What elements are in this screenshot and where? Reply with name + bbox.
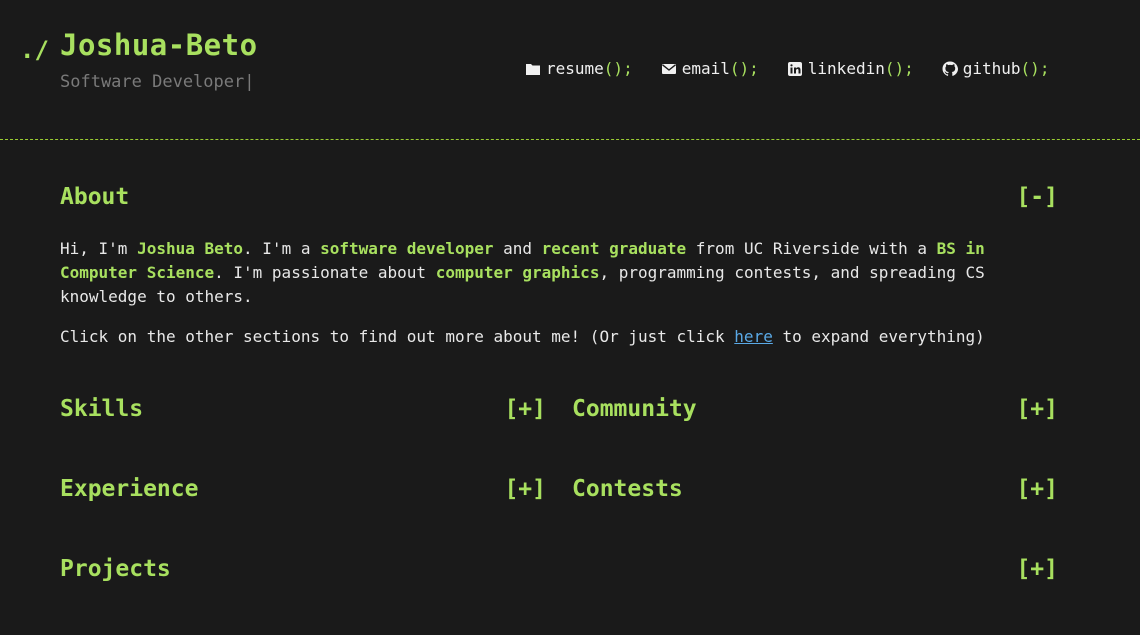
site-title[interactable]: Joshua-Beto	[60, 28, 258, 62]
nav-linkedin-link[interactable]: linkedin ();	[787, 59, 914, 78]
nav-linkedin-label: linkedin	[807, 59, 885, 78]
community-title: Community	[572, 396, 697, 422]
about-paragraph-1: Hi, I'm Joshua Beto. I'm a software deve…	[60, 237, 1025, 309]
typing-cursor: |	[244, 72, 255, 92]
header: ./ Joshua-Beto Software Developer| resum…	[0, 0, 1140, 140]
experience-title: Experience	[60, 476, 199, 502]
expand-all-link[interactable]: here	[734, 327, 773, 346]
highlight-name: Joshua Beto	[137, 239, 244, 258]
about-text: Click on the other sections to find out …	[60, 327, 735, 346]
highlight-role: software developer	[320, 239, 494, 258]
folder-icon	[526, 63, 540, 75]
projects-toggle[interactable]: [+]	[1016, 556, 1058, 582]
subtitle-text: Software Developer	[60, 72, 245, 92]
about-title: About	[60, 184, 130, 210]
nav-github-parens: ();	[1020, 59, 1050, 78]
projects-header[interactable]: Projects [+]	[60, 556, 1058, 582]
about-text: Hi, I'm	[60, 239, 138, 258]
skills-toggle[interactable]: [+]	[504, 396, 546, 422]
about-text: . I'm a	[243, 239, 321, 258]
about-header[interactable]: About [-]	[60, 184, 1058, 210]
github-icon	[942, 61, 958, 76]
prompt-prefix: ./	[20, 36, 49, 64]
about-text: . I'm passionate about	[214, 263, 436, 282]
about-body: Hi, I'm Joshua Beto. I'm a software deve…	[60, 237, 1025, 365]
nav-email-link[interactable]: email ();	[661, 59, 759, 78]
contests-toggle[interactable]: [+]	[1016, 476, 1058, 502]
experience-toggle[interactable]: [+]	[504, 476, 546, 502]
about-paragraph-2: Click on the other sections to find out …	[60, 325, 1025, 349]
about-text: and	[493, 239, 542, 258]
about-text: from UC Riverside with a	[686, 239, 937, 258]
nav-resume-parens: ();	[603, 59, 633, 78]
nav-email-label: email	[681, 59, 730, 78]
contests-title: Contests	[572, 476, 683, 502]
highlight-status: recent graduate	[541, 239, 687, 258]
nav-resume-label: resume	[546, 59, 604, 78]
contests-header[interactable]: Contests [+]	[572, 476, 1058, 502]
header-nav: resume (); email (); linkedin (); github ();	[525, 59, 1049, 78]
about-text: to expand everything)	[772, 327, 985, 346]
nav-email-parens: ();	[729, 59, 759, 78]
linkedin-icon	[787, 61, 802, 76]
about-toggle[interactable]: [-]	[1016, 184, 1058, 210]
nav-resume-link[interactable]: resume ();	[525, 59, 633, 78]
nav-github-link[interactable]: github ();	[942, 59, 1050, 78]
envelope-icon	[661, 63, 676, 74]
skills-title: Skills	[60, 396, 144, 422]
highlight-interest: computer graphics	[435, 263, 600, 282]
projects-title: Projects	[60, 556, 171, 582]
skills-header[interactable]: Skills [+]	[60, 396, 546, 422]
experience-header[interactable]: Experience [+]	[60, 476, 546, 502]
community-header[interactable]: Community [+]	[572, 396, 1058, 422]
community-toggle[interactable]: [+]	[1016, 396, 1058, 422]
nav-github-label: github	[962, 59, 1021, 78]
site-subtitle: Software Developer|	[60, 72, 254, 92]
nav-linkedin-parens: ();	[884, 59, 914, 78]
